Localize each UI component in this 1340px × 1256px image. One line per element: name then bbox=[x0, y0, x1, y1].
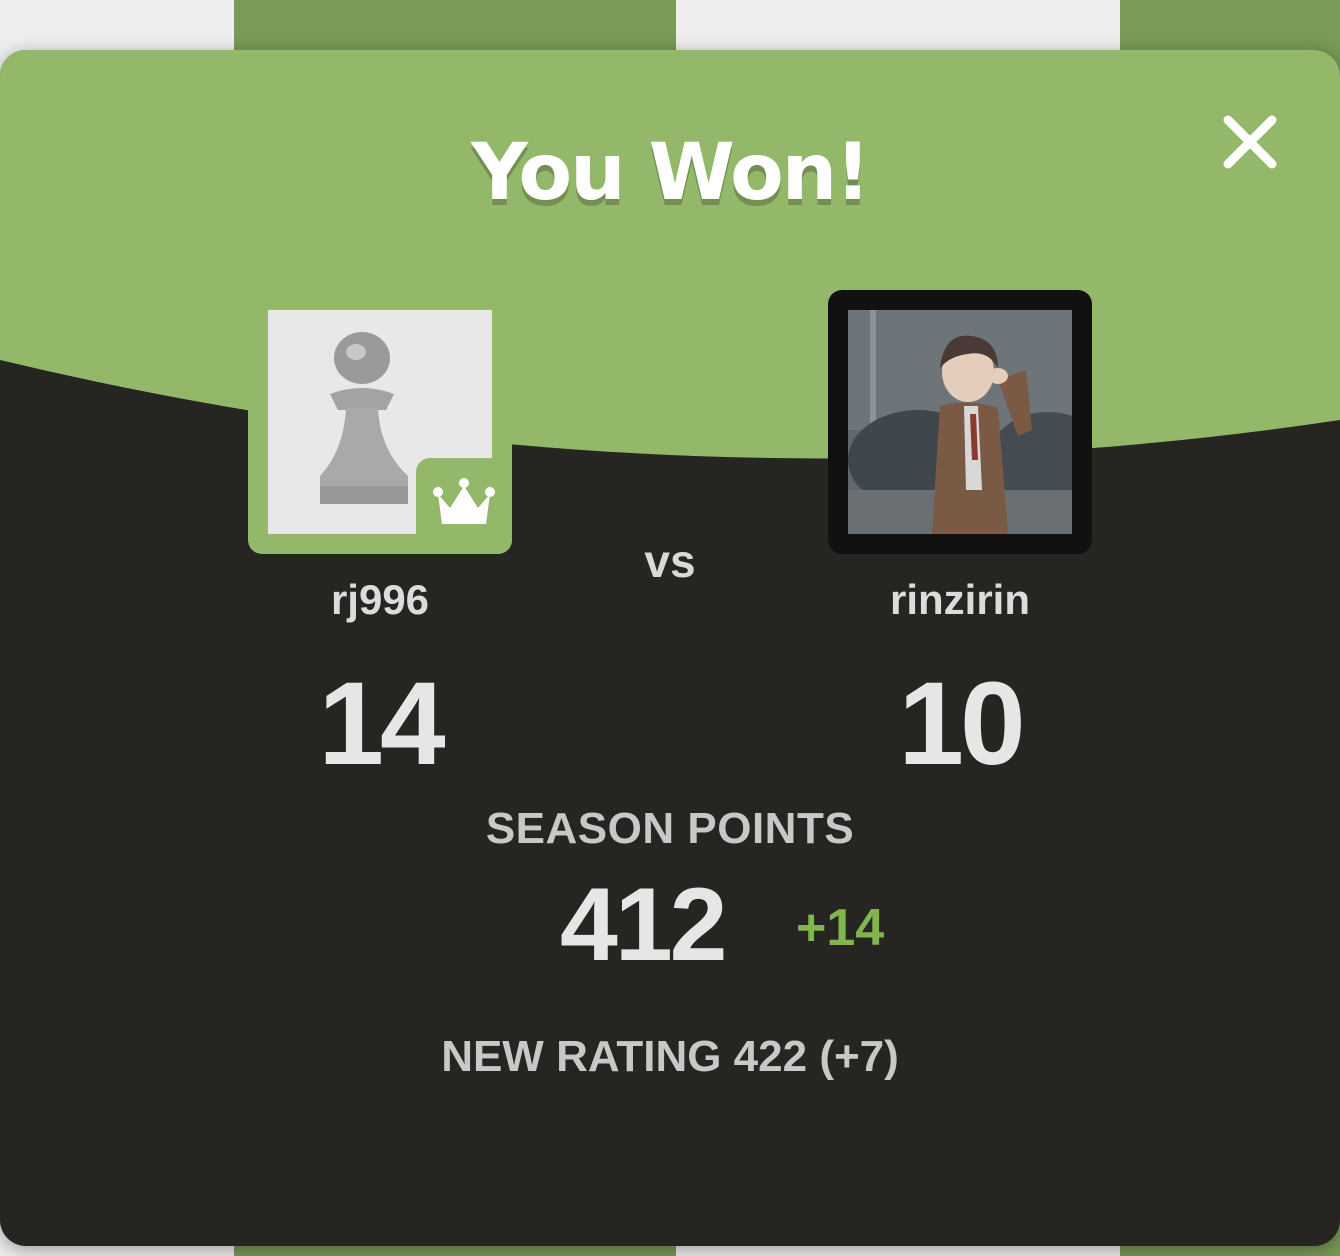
result-title: You Won! bbox=[471, 128, 871, 218]
player-username[interactable]: rj996 bbox=[180, 576, 580, 624]
crown-icon bbox=[433, 478, 495, 524]
season-points-delta: +14 bbox=[796, 899, 885, 957]
header-background bbox=[0, 50, 1340, 459]
player-avatar[interactable] bbox=[248, 290, 512, 554]
opponent-score: 10 bbox=[898, 658, 1025, 790]
new-rating-text: NEW RATING 422 (+7) bbox=[441, 1032, 899, 1081]
crown-badge bbox=[416, 458, 512, 554]
close-button[interactable] bbox=[1218, 110, 1282, 174]
season-points-label: SEASON POINTS bbox=[485, 804, 855, 853]
opponent-username[interactable]: rinzirin bbox=[760, 576, 1160, 624]
opponent-avatar[interactable] bbox=[828, 290, 1092, 554]
profile-photo bbox=[848, 310, 1072, 534]
season-points-row: 412 +14 bbox=[0, 866, 1340, 986]
season-points-value: 412 bbox=[560, 867, 728, 983]
player-score: 14 bbox=[318, 658, 445, 790]
close-icon bbox=[1223, 115, 1277, 169]
game-over-modal: You Won! vs rj996 rinzirin 14 10 SEASON … bbox=[0, 50, 1340, 1246]
vs-label: vs bbox=[644, 535, 696, 587]
